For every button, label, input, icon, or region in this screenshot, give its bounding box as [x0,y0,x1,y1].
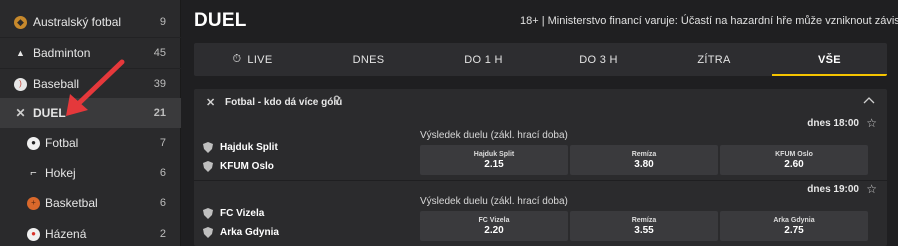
shuttlecock-icon: ▲ [16,47,25,58]
tab-label: DO 3 H [579,53,618,66]
match-row: dnes 19:00 ☆ Výsledek duelu (zákl. hrací… [194,181,887,246]
soccer-ball-icon: ● [27,136,40,150]
match-row: dnes 18:00 ☆ Výsledek duelu (zákl. hrací… [194,115,887,181]
sidebar-item-count: 7 [159,137,166,149]
market-name: Výsledek duelu (zákl. hrací doba) [420,130,568,141]
home-team[interactable]: Hajduk Split [203,142,278,153]
panel-title: Fotbal - kdo dá více gólů [225,97,343,108]
active-tab-indicator [772,74,887,76]
sidebar-item-label: Australský fotbal [33,15,122,29]
home-team[interactable]: FC Vizela [203,208,264,219]
tab-do-1h[interactable]: DO 1 H [426,43,541,76]
tab-dnes[interactable]: DNES [311,43,426,76]
chevron-up-icon[interactable] [863,94,875,106]
team-shield-icon [203,142,213,153]
gambling-warning: 18+ | Ministerstvo financí varuje: Účast… [520,15,898,27]
odds-value: 3.55 [634,224,654,236]
sidebar-item-label: Hokej [45,166,76,180]
tab-live[interactable]: ⏱ LIVE [194,43,311,76]
event-panel: ✕ Fotbal - kdo dá více gólů ⚲ dnes 18:00… [194,89,887,246]
odds-button-home[interactable]: FC Vizela 2.20 [420,211,568,241]
market-name: Výsledek duelu (zákl. hrací doba) [420,196,568,207]
sports-sidebar: ◆ Australský fotbal 9 ▲ Badminton 45 ) B… [0,0,181,246]
main-content: DUEL 18+ | Ministerstvo financí varuje: … [181,0,898,246]
odds-label: KFUM Oslo [775,150,813,158]
australian-football-icon: ◆ [14,15,27,29]
team-name: FC Vizela [220,208,265,219]
handball-icon: ● [27,227,40,241]
sidebar-item-fotbal[interactable]: ● Fotbal 7 [0,128,181,158]
sidebar-item-label: Basketbal [45,196,98,210]
sidebar-item-count: 6 [159,167,166,179]
odds-label: Remíza [631,216,657,224]
sidebar-item-count: 45 [153,47,166,59]
tab-label: VŠE [818,53,841,66]
away-team[interactable]: KFUM Oslo [203,161,274,172]
sidebar-item-count: 6 [159,197,166,209]
team-name: KFUM Oslo [220,161,274,172]
odds-value: 2.75 [784,224,804,236]
sidebar-item-hokej[interactable]: ⌐ Hokej 6 [0,158,181,188]
tab-vse[interactable]: VŠE [772,43,887,76]
odds-label: Arka Gdynia [773,216,815,224]
annotation-arrow [66,59,125,116]
pin-icon[interactable]: ⚲ [333,95,340,106]
crossed-swords-icon: ✕ [15,106,26,120]
panel-header[interactable]: ✕ Fotbal - kdo dá více gólů ⚲ [194,89,887,115]
hockey-stick-icon: ⌐ [30,166,37,179]
favorite-star-icon[interactable]: ☆ [866,182,877,196]
tab-label: ZÍTRA [697,53,731,66]
sidebar-item-label: Fotbal [45,136,79,150]
team-name: Hajduk Split [220,142,278,153]
odds-button-draw[interactable]: Remíza 3.80 [570,145,718,175]
odds-button-draw[interactable]: Remíza 3.55 [570,211,718,241]
sidebar-item-australsky-fotbal[interactable]: ◆ Australský fotbal 9 [0,7,181,37]
page-title: DUEL [194,10,247,31]
team-shield-icon [203,161,213,172]
odds-value: 2.20 [484,224,504,236]
odds-label: FC Vizela [478,216,510,224]
sidebar-item-label: Házená [45,227,87,241]
match-time: dnes 18:00 [807,118,859,129]
odds-button-home[interactable]: Hajduk Split 2.15 [420,145,568,175]
crossed-swords-icon: ✕ [206,97,216,109]
odds-button-away[interactable]: Arka Gdynia 2.75 [720,211,868,241]
basketball-icon: + [27,196,40,210]
baseball-icon: ) [14,77,27,91]
sidebar-item-count: 9 [159,16,166,28]
odds-value: 2.15 [484,158,504,170]
team-name: Arka Gdynia [220,227,279,238]
odds-button-away[interactable]: KFUM Oslo 2.60 [720,145,868,175]
odds-label: Hajduk Split [473,150,515,158]
sidebar-item-count: 2 [159,228,166,240]
away-team[interactable]: Arka Gdynia [203,227,279,238]
odds-label: Remíza [631,150,657,158]
tab-label: DO 1 H [464,53,503,66]
team-shield-icon [203,227,213,238]
sidebar-item-count: 21 [153,107,166,119]
time-filter-tabs: ⏱ LIVE DNES DO 1 H DO 3 H ZÍTRA VŠE [194,43,887,76]
tab-do-3h[interactable]: DO 3 H [541,43,656,76]
tab-zitra[interactable]: ZÍTRA [656,43,772,76]
sidebar-item-basketbal[interactable]: + Basketbal 6 [0,188,181,218]
favorite-star-icon[interactable]: ☆ [866,116,877,130]
team-shield-icon [203,208,213,219]
odds-value: 2.60 [784,158,804,170]
sidebar-item-count: 39 [153,78,166,90]
tab-label: LIVE [247,53,273,66]
match-time: dnes 19:00 [807,184,859,195]
stopwatch-icon: ⏱ [232,53,242,65]
odds-value: 3.80 [634,158,654,170]
tab-label: DNES [352,53,385,66]
sidebar-item-hazena[interactable]: ● Házená 2 [0,219,181,246]
